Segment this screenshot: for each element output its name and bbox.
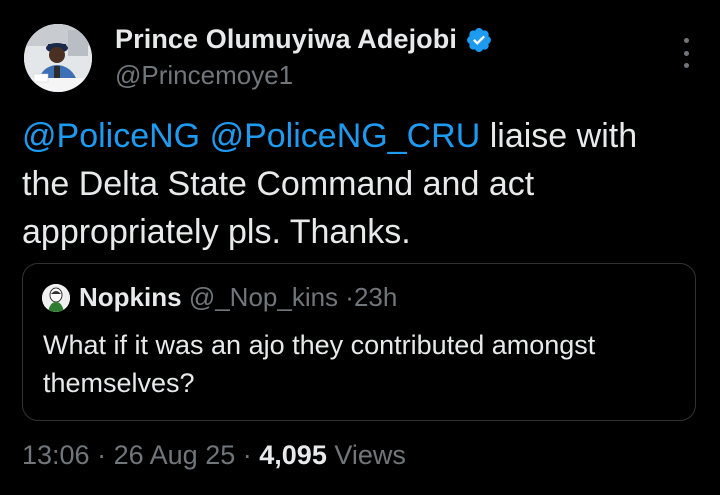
- author-handle[interactable]: @Princemoye1: [115, 60, 293, 91]
- more-dot: [683, 38, 689, 43]
- tweet-text: @PoliceNG @PoliceNG_CRU liaise with the …: [22, 112, 692, 256]
- footer-separator: ·: [242, 440, 252, 470]
- mention-link[interactable]: @PoliceNG_CRU: [210, 117, 481, 155]
- verified-badge-icon: [465, 26, 493, 54]
- quoted-text: What if it was an ajo they contributed a…: [43, 330, 596, 398]
- views-count: 4,095: [259, 440, 327, 470]
- tweet-time[interactable]: 13:06: [22, 440, 90, 470]
- quoted-handle[interactable]: @_Nop_kins: [189, 282, 338, 312]
- more-dot: [683, 63, 689, 68]
- quoted-avatar-image: [42, 284, 70, 312]
- more-dot: [683, 50, 689, 56]
- footer-separator: ·: [97, 440, 107, 470]
- mention-link[interactable]: @PoliceNG: [22, 117, 200, 155]
- quoted-tweet-card[interactable]: Nopkins @_Nop_kins ·23h What if it was a…: [22, 263, 696, 421]
- quoted-separator: ·: [345, 282, 354, 312]
- author-name-row[interactable]: Prince Olumuyiwa Adejobi: [115, 24, 493, 55]
- tweet-footer: 13:06 · 26 Aug 25 · 4,095 Views: [22, 440, 406, 471]
- tweet-date[interactable]: 26 Aug 25: [114, 440, 236, 470]
- quoted-time[interactable]: 23h: [354, 282, 397, 312]
- quoted-header: Nopkins @_Nop_kins ·23h: [79, 282, 397, 313]
- quoted-author-avatar: [42, 284, 70, 312]
- author-avatar-image: [24, 24, 92, 92]
- author-display-name[interactable]: Prince Olumuyiwa Adejobi: [115, 24, 457, 55]
- views-label: Views: [334, 440, 406, 470]
- quoted-display-name[interactable]: Nopkins: [79, 282, 182, 312]
- more-options-icon[interactable]: [678, 38, 694, 68]
- author-avatar[interactable]: [24, 24, 92, 92]
